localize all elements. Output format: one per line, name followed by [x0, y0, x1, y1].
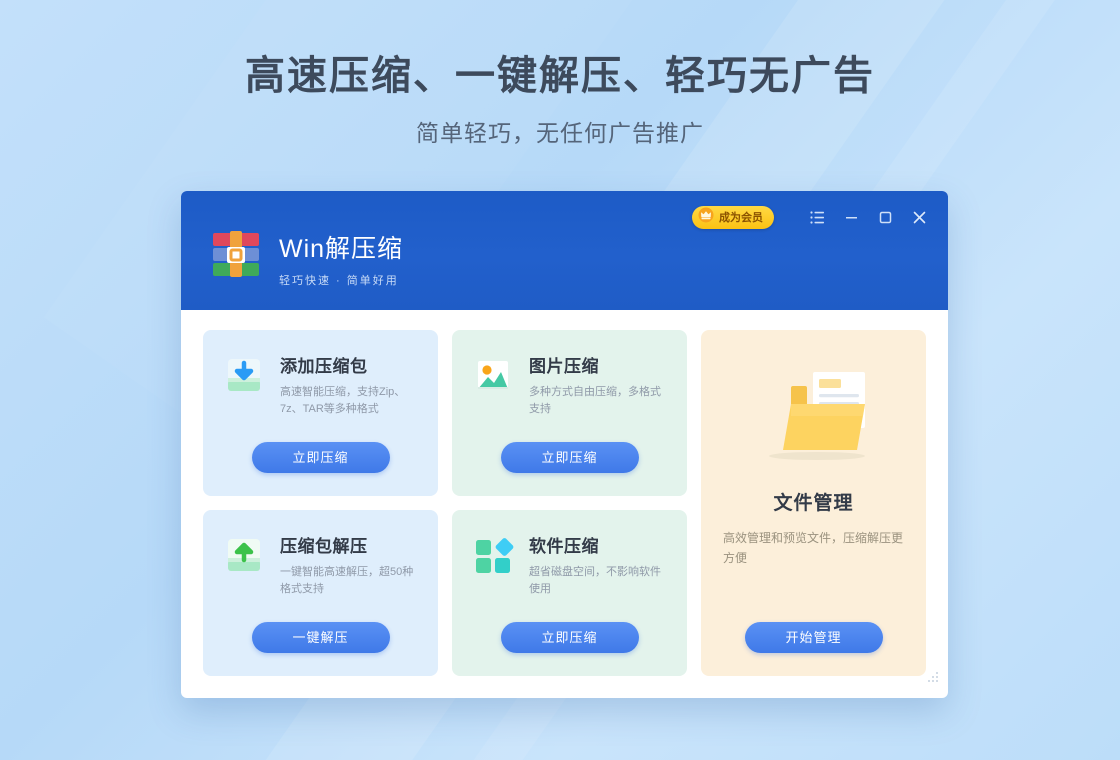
app-name: Win解压缩 [279, 235, 404, 263]
card-description: 超省磁盘空间，不影响软件使用 [529, 566, 661, 596]
page-subtitle: 简单轻巧，无任何广告推广 [416, 120, 704, 146]
card-header: 压缩包解压 一键智能高速解压，超50种格式支持 [223, 532, 418, 598]
hero-section: 高速压缩、一键解压、轻巧无广告 简单轻巧，无任何广告推广 [0, 52, 1120, 148]
brand-text: Win解压缩 轻巧快速 · 简单好用 [279, 227, 403, 288]
panel-title: 文件管理 [773, 493, 854, 514]
app-brand: Win解压缩 轻巧快速 · 简单好用 [209, 227, 403, 288]
window-content: 添加压缩包 高速智能压缩，支持Zip、7z、TAR等多种格式 立即压缩 图片压缩… [181, 310, 948, 698]
card-title: 图片压缩 [529, 357, 599, 376]
app-tagline: 轻巧快速 · 简单好用 [279, 275, 399, 287]
resize-grip-icon[interactable] [924, 670, 940, 691]
card-description: 一键智能高速解压，超50种格式支持 [280, 566, 414, 596]
menu-button[interactable] [804, 204, 830, 230]
picture-icon [472, 354, 514, 396]
panel-description: 高效管理和预览文件，压缩解压更方便 [723, 531, 904, 565]
become-member-button[interactable]: 成为会员 [692, 205, 774, 229]
card-text: 添加压缩包 高速智能压缩，支持Zip、7z、TAR等多种格式 [280, 352, 415, 418]
compress-now-button[interactable]: 立即压缩 [500, 622, 639, 653]
card-text: 压缩包解压 一键智能高速解压，超50种格式支持 [280, 532, 415, 598]
become-member-label: 成为会员 [719, 212, 763, 224]
window-controls: 成为会员 [692, 204, 932, 230]
title-bar: Win解压缩 轻巧快速 · 简单好用 成为会员 [181, 191, 948, 310]
archive-download-icon [223, 354, 265, 396]
crown-icon [698, 207, 714, 228]
card-text: 图片压缩 多种方式自由压缩，多格式支持 [529, 352, 664, 418]
feature-card-grid: 添加压缩包 高速智能压缩，支持Zip、7z、TAR等多种格式 立即压缩 图片压缩… [203, 330, 687, 676]
folder-document-icon [701, 362, 926, 466]
card-header: 添加压缩包 高速智能压缩，支持Zip、7z、TAR等多种格式 [223, 352, 418, 418]
minimize-button[interactable] [838, 204, 864, 230]
card-extract-archive[interactable]: 压缩包解压 一键智能高速解压，超50种格式支持 一键解压 [203, 510, 438, 676]
close-button[interactable] [906, 204, 932, 230]
card-header: 图片压缩 多种方式自由压缩，多格式支持 [472, 352, 667, 418]
compress-now-button[interactable]: 立即压缩 [500, 442, 639, 473]
card-description: 多种方式自由压缩，多格式支持 [529, 386, 661, 416]
app-squares-icon [472, 534, 514, 576]
winrar-books-icon [209, 227, 263, 281]
card-image-compress[interactable]: 图片压缩 多种方式自由压缩，多格式支持 立即压缩 [452, 330, 687, 496]
card-add-archive[interactable]: 添加压缩包 高速智能压缩，支持Zip、7z、TAR等多种格式 立即压缩 [203, 330, 438, 496]
card-text: 软件压缩 超省磁盘空间，不影响软件使用 [529, 532, 664, 598]
app-window: Win解压缩 轻巧快速 · 简单好用 成为会员 添加压缩包 高速智能压缩，支持Z… [181, 191, 948, 698]
card-software-compress[interactable]: 软件压缩 超省磁盘空间，不影响软件使用 立即压缩 [452, 510, 687, 676]
card-title: 添加压缩包 [280, 357, 368, 376]
archive-upload-icon [223, 534, 265, 576]
start-manage-button[interactable]: 开始管理 [744, 622, 883, 653]
extract-now-button[interactable]: 一键解压 [251, 622, 390, 653]
card-title: 软件压缩 [529, 537, 599, 556]
compress-now-button[interactable]: 立即压缩 [251, 442, 390, 473]
card-title: 压缩包解压 [280, 537, 368, 556]
maximize-button[interactable] [872, 204, 898, 230]
card-description: 高速智能压缩，支持Zip、7z、TAR等多种格式 [280, 386, 406, 416]
page-title: 高速压缩、一键解压、轻巧无广告 [245, 54, 875, 98]
card-header: 软件压缩 超省磁盘空间，不影响软件使用 [472, 532, 667, 598]
file-management-panel[interactable]: 文件管理 高效管理和预览文件，压缩解压更方便 开始管理 [701, 330, 926, 676]
